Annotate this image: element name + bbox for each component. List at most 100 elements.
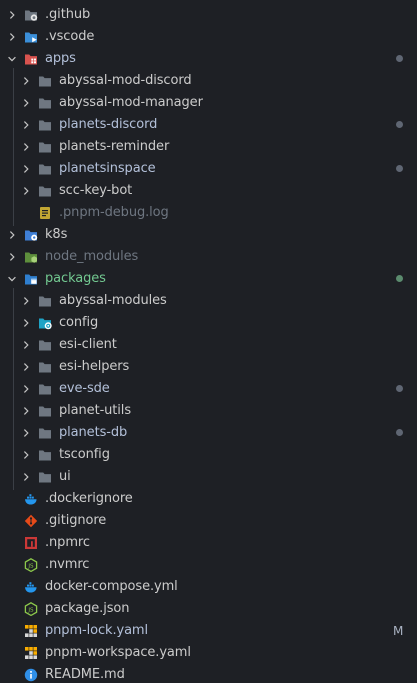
item-label: planets-discord — [59, 117, 158, 132]
chevron-right-icon[interactable] — [20, 158, 32, 180]
apps-folder-icon — [24, 52, 38, 66]
folder-planets-reminder[interactable]: planets-reminder — [0, 134, 417, 160]
docker-icon — [24, 580, 38, 594]
log-file-icon — [38, 206, 52, 220]
chevron-right-icon[interactable] — [20, 136, 32, 158]
folder-esi-client[interactable]: esi-client — [0, 332, 417, 358]
item-label: abyssal-mod-discord — [59, 73, 192, 88]
item-label: config — [59, 315, 99, 330]
chevron-right-icon[interactable] — [20, 114, 32, 136]
folder-eve-sde[interactable]: eve-sde — [0, 376, 417, 402]
chevron-right-icon[interactable] — [6, 26, 18, 48]
folder-vscode[interactable]: .vscode — [0, 26, 417, 48]
item-label: .nvmrc — [45, 557, 90, 572]
folder-ui[interactable]: ui — [0, 464, 417, 490]
chevron-right-icon[interactable] — [20, 422, 32, 444]
folder-abyssal-mod-manager[interactable]: abyssal-mod-manager — [0, 90, 417, 116]
item-label: k8s — [45, 227, 68, 242]
folder-scc-key-bot[interactable]: scc-key-bot — [0, 178, 417, 204]
chevron-right-icon[interactable] — [20, 378, 32, 400]
git-status-dot — [396, 275, 403, 282]
chevron-down-icon[interactable] — [6, 48, 18, 70]
npm-icon — [24, 536, 38, 550]
folder-planet-utils[interactable]: planet-utils — [0, 398, 417, 424]
chevron-right-icon[interactable] — [20, 334, 32, 356]
vscode-folder-icon — [24, 30, 38, 44]
file-npmrc[interactable]: .npmrc — [0, 532, 417, 554]
file-readme-md[interactable]: README.md — [0, 664, 417, 683]
folder-icon — [38, 360, 52, 374]
chevron-right-icon[interactable] — [6, 224, 18, 246]
folder-abyssal-mod-discord[interactable]: abyssal-mod-discord — [0, 68, 417, 94]
git-status-dot — [396, 385, 403, 392]
item-label: eve-sde — [59, 381, 110, 396]
chevron-right-icon[interactable] — [20, 356, 32, 378]
folder-icon — [38, 404, 52, 418]
svg-text:JS: JS — [27, 607, 34, 613]
folder-planets-discord[interactable]: planets-discord — [0, 112, 417, 138]
chevron-right-icon[interactable] — [6, 4, 18, 26]
folder-icon — [38, 470, 52, 484]
item-label: package.json — [45, 601, 130, 616]
folder-tsconfig[interactable]: tsconfig — [0, 442, 417, 468]
item-label: tsconfig — [59, 447, 110, 462]
folder-packages[interactable]: packages — [0, 268, 417, 290]
folder-abyssal-modules[interactable]: abyssal-modules — [0, 288, 417, 314]
folder-esi-helpers[interactable]: esi-helpers — [0, 354, 417, 380]
git-status-dot — [396, 429, 403, 436]
chevron-right-icon[interactable] — [20, 466, 32, 488]
folder-github[interactable]: .github — [0, 4, 417, 26]
chevron-right-icon[interactable] — [20, 70, 32, 92]
folder-icon — [38, 448, 52, 462]
file-gitignore[interactable]: .gitignore — [0, 510, 417, 532]
item-label: README.md — [45, 667, 125, 682]
folder-planets-db[interactable]: planets-db — [0, 420, 417, 446]
item-label: abyssal-modules — [59, 293, 167, 308]
info-icon — [24, 668, 38, 682]
svg-text:JS: JS — [27, 563, 34, 569]
chevron-right-icon[interactable] — [20, 444, 32, 466]
item-label: ui — [59, 469, 71, 484]
folder-icon — [38, 184, 52, 198]
folder-icon — [38, 118, 52, 132]
item-label: planet-utils — [59, 403, 131, 418]
chevron-right-icon[interactable] — [20, 312, 32, 334]
file-dockerignore[interactable]: .dockerignore — [0, 488, 417, 510]
chevron-down-icon[interactable] — [6, 268, 18, 290]
github-folder-icon — [24, 8, 38, 22]
folder-icon — [38, 338, 52, 352]
file-docker-compose-yml[interactable]: docker-compose.yml — [0, 576, 417, 598]
file-explorer-tree: .github .vscode apps abyssal-mod-discord aby… — [0, 0, 417, 683]
item-label: esi-client — [59, 337, 117, 352]
config-folder-icon — [38, 316, 52, 330]
nodejs-icon: JS — [24, 558, 38, 573]
item-label: abyssal-mod-manager — [59, 95, 203, 110]
folder-planetsinspace[interactable]: planetsinspace — [0, 156, 417, 182]
file-package-json[interactable]: JS package.json — [0, 598, 417, 620]
item-label: scc-key-bot — [59, 183, 133, 198]
file-pnpm-workspace-yaml[interactable]: pnpm-workspace.yaml — [0, 642, 417, 664]
git-status-dot — [396, 121, 403, 128]
file-nvmrc[interactable]: JS .nvmrc — [0, 554, 417, 576]
chevron-right-icon[interactable] — [6, 246, 18, 268]
chevron-right-icon[interactable] — [20, 180, 32, 202]
pnpm-icon — [24, 624, 38, 638]
git-status-dot — [396, 55, 403, 62]
folder-k8s[interactable]: k8s — [0, 224, 417, 246]
folder-node-modules[interactable]: node_modules — [0, 246, 417, 268]
item-label: node_modules — [45, 249, 139, 264]
item-label: apps — [45, 51, 76, 66]
file-pnpm-lock-yaml[interactable]: pnpm-lock.yaml M — [0, 620, 417, 642]
item-label: .pnpm-debug.log — [59, 205, 169, 220]
chevron-right-icon[interactable] — [20, 92, 32, 114]
chevron-right-icon[interactable] — [20, 400, 32, 422]
folder-icon — [38, 382, 52, 396]
item-label: .vscode — [45, 29, 95, 44]
folder-config[interactable]: config — [0, 310, 417, 336]
indent-guide — [13, 464, 14, 490]
folder-apps[interactable]: apps — [0, 48, 417, 70]
chevron-right-icon[interactable] — [20, 290, 32, 312]
file-pnpm-debug-log[interactable]: .pnpm-debug.log — [0, 200, 417, 226]
folder-icon — [38, 162, 52, 176]
node-folder-icon — [24, 250, 38, 264]
